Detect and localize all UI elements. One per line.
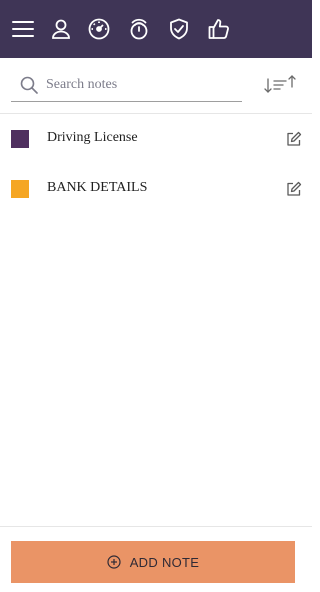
top-toolbar — [0, 0, 312, 58]
note-color-swatch — [11, 180, 29, 198]
note-item[interactable]: BANK DETAILS — [0, 164, 312, 214]
note-title: Driving License — [47, 130, 138, 145]
timer-icon[interactable] — [127, 17, 151, 41]
add-note-label: ADD NOTE — [129, 554, 200, 570]
note-color-swatch — [11, 130, 29, 148]
shield-icon[interactable] — [167, 17, 191, 41]
add-note-button[interactable]: ADD NOTE — [11, 541, 295, 583]
user-icon[interactable] — [49, 17, 73, 41]
search-input[interactable] — [46, 74, 236, 96]
note-title: BANK DETAILS — [47, 180, 148, 195]
footer-divider — [0, 526, 312, 527]
menu-icon[interactable] — [11, 17, 35, 41]
thumbs-up-icon[interactable] — [207, 17, 231, 41]
sort-icon — [264, 75, 296, 93]
search-field[interactable] — [11, 70, 242, 102]
edit-icon[interactable] — [286, 181, 302, 197]
edit-icon[interactable] — [286, 131, 302, 147]
note-item[interactable]: Driving License — [0, 114, 312, 164]
search-icon — [20, 76, 38, 94]
plus-circle-icon — [107, 555, 121, 569]
sort-button[interactable] — [262, 73, 298, 95]
dashboard-icon[interactable] — [87, 17, 111, 41]
